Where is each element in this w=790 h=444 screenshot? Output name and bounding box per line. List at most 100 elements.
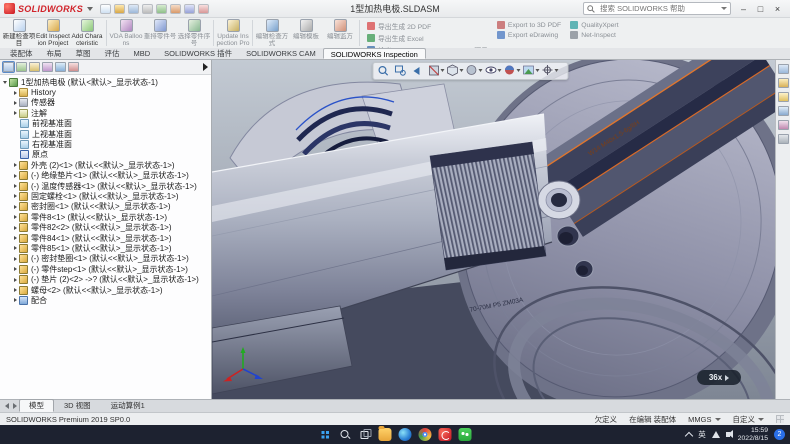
- edge-browser-icon[interactable]: [399, 428, 412, 441]
- tree-item-component[interactable]: (-) 温度传感器<1> (默认<<默认>_显示状态-1>): [13, 181, 211, 191]
- edit-appearance-icon[interactable]: [504, 66, 519, 75]
- model-center-boss[interactable]: [538, 181, 580, 219]
- view-palette-icon[interactable]: [778, 106, 789, 116]
- new-document-button[interactable]: [100, 4, 111, 14]
- file-explorer-icon[interactable]: [778, 92, 789, 102]
- tree-item-component[interactable]: 零件85<1> (默认<<默认>_显示状态-1>): [13, 243, 211, 253]
- edit-inspection-plan-button[interactable]: 编辑监方: [323, 18, 357, 48]
- model-fin-core[interactable]: [430, 142, 546, 270]
- hide-show-items-icon[interactable]: [485, 67, 501, 73]
- tree-item-annotations[interactable]: 注解: [13, 108, 211, 118]
- configuration-manager-tab-icon[interactable]: [29, 62, 40, 72]
- expand-icon[interactable]: [14, 91, 17, 95]
- expand-icon[interactable]: [14, 205, 17, 209]
- select-part-number-button[interactable]: 选择零件序号: [177, 18, 211, 48]
- dimxpert-manager-tab-icon[interactable]: [42, 62, 53, 72]
- file-explorer-taskbar-icon[interactable]: [379, 428, 392, 441]
- taskbar-clock[interactable]: 15:59 2022/8/15: [738, 427, 768, 442]
- tab-mbd[interactable]: MBD: [127, 48, 158, 59]
- tab-assembly[interactable]: 装配体: [3, 48, 40, 59]
- tag-icon[interactable]: [776, 415, 784, 423]
- tab-model[interactable]: 模型: [19, 399, 54, 412]
- export-2d-pdf-button[interactable]: 导出生成 2D PDF: [367, 21, 488, 31]
- tree-item-mates[interactable]: 配合: [13, 295, 211, 305]
- view-settings-icon[interactable]: [542, 65, 558, 75]
- expand-icon[interactable]: [14, 111, 17, 115]
- export-3d-pdf-button[interactable]: Export to 3D PDF: [497, 21, 561, 29]
- tree-item-component[interactable]: (-) 绝缘垫片<1> (默认<<默认>_显示状态-1>): [13, 171, 211, 181]
- tab-solidworks-cam[interactable]: SOLIDWORKS CAM: [239, 48, 323, 59]
- tree-item-sensors[interactable]: 传感器: [13, 98, 211, 108]
- solidworks-taskbar-icon[interactable]: [439, 428, 452, 441]
- expand-icon[interactable]: [14, 215, 17, 219]
- wechat-icon[interactable]: [459, 428, 472, 441]
- update-inspection-project-button[interactable]: Update Inspection Project: [216, 18, 250, 48]
- task-view-icon[interactable]: [359, 428, 372, 441]
- new-inspection-project-button[interactable]: 新建检查项目: [2, 18, 36, 48]
- tree-item-component[interactable]: 固定螺栓<1> (默认<<默认>_显示状态-1>): [13, 191, 211, 201]
- edit-inspection-project-button[interactable]: Edit Inspection Project: [36, 18, 70, 48]
- options-button[interactable]: [198, 4, 209, 14]
- tab-layout[interactable]: 布局: [40, 48, 69, 59]
- tree-item-component[interactable]: 零件82<2> (默认<<默认>_显示状态-1>): [13, 222, 211, 232]
- display-manager-tab-icon[interactable]: [55, 62, 66, 72]
- close-button[interactable]: ×: [769, 2, 786, 16]
- apply-scene-icon[interactable]: [523, 66, 539, 74]
- tree-item-component[interactable]: 外壳 (2)<1> (默认<<默认>_显示状态-1>): [13, 160, 211, 170]
- tab-solidworks-addins[interactable]: SOLIDWORKS 插件: [157, 48, 239, 59]
- propertymanager-tab-icon[interactable]: [16, 62, 27, 72]
- expand-icon[interactable]: [14, 246, 17, 250]
- chrome-browser-icon[interactable]: [419, 428, 432, 441]
- menu-expand-icon[interactable]: [87, 7, 93, 11]
- open-button[interactable]: [114, 4, 125, 14]
- tab-evaluate[interactable]: 评估: [98, 48, 127, 59]
- view-orientation-icon[interactable]: [447, 65, 463, 76]
- appearances-icon[interactable]: [778, 120, 789, 130]
- custom-dropdown[interactable]: 自定义: [733, 414, 765, 425]
- expand-icon[interactable]: [14, 288, 17, 292]
- expand-icon[interactable]: [14, 184, 17, 188]
- start-button[interactable]: [319, 428, 332, 441]
- net-inspect-button[interactable]: Net-Inspect: [570, 31, 618, 39]
- taskbar-search-icon[interactable]: [339, 428, 352, 441]
- tree-item-component[interactable]: 零件84<1> (默认<<默认>_显示状态-1>): [13, 233, 211, 243]
- notification-count-badge[interactable]: 2: [774, 429, 785, 440]
- help-search-box[interactable]: [583, 2, 731, 15]
- expand-icon[interactable]: [14, 267, 17, 271]
- tree-item-right-plane[interactable]: 右视基准面: [13, 139, 211, 149]
- zoom-fit-icon[interactable]: [379, 67, 388, 76]
- undo-button[interactable]: [156, 4, 167, 14]
- export-excel-button[interactable]: 导出生成 Excel: [367, 33, 488, 43]
- panel-flyout-arrow-icon[interactable]: [203, 63, 208, 71]
- search-input[interactable]: [598, 3, 718, 14]
- tabs-scroll-right-icon[interactable]: [13, 403, 17, 409]
- expand-icon[interactable]: [14, 257, 17, 261]
- expand-icon[interactable]: [14, 236, 17, 240]
- search-scope-dropdown-icon[interactable]: [721, 7, 727, 10]
- expand-icon[interactable]: [14, 194, 17, 198]
- zoom-to-area-icon[interactable]: [395, 66, 405, 75]
- tray-expand-chevron-icon[interactable]: [685, 431, 693, 439]
- section-view-icon[interactable]: [429, 66, 444, 75]
- tab-motion-study[interactable]: 运动算例1: [101, 399, 155, 412]
- tree-item-history[interactable]: History: [13, 87, 211, 97]
- add-characteristic-button[interactable]: Add Characteristic: [70, 18, 104, 48]
- rebuild-button[interactable]: [184, 4, 195, 14]
- collapse-icon[interactable]: [3, 81, 7, 84]
- featuremanager-tree-tab-icon[interactable]: [3, 62, 14, 72]
- previous-view-icon[interactable]: [413, 67, 419, 75]
- design-library-icon[interactable]: [778, 78, 789, 88]
- tabs-scroll-left-icon[interactable]: [5, 403, 9, 409]
- export-edrawing-button[interactable]: Export eDrawing: [497, 31, 561, 39]
- tab-solidworks-inspection[interactable]: SOLIDWORKS Inspection: [323, 48, 426, 59]
- expand-icon[interactable]: [14, 163, 17, 167]
- tree-item-component[interactable]: (-) 零件step<1> (默认<<默认>_显示状态-1>): [13, 264, 211, 274]
- tree-root-assembly[interactable]: 1型加热电极 (默认<默认>_显示状态-1): [2, 77, 211, 87]
- qualityxpert-button[interactable]: QualityXpert: [570, 21, 618, 29]
- expand-icon[interactable]: [14, 101, 17, 105]
- tree-item-component[interactable]: 零件8<1> (默认<<默认>_显示状态-1>): [13, 212, 211, 222]
- 3d-model-canvas[interactable]: W14 M40x1.5-6g/6H 70-70M P5 ZM03A: [212, 60, 775, 399]
- edit-check-method-button[interactable]: 编辑检查方式: [255, 18, 289, 48]
- minimize-button[interactable]: –: [735, 2, 752, 16]
- custom-properties-icon[interactable]: [778, 134, 789, 144]
